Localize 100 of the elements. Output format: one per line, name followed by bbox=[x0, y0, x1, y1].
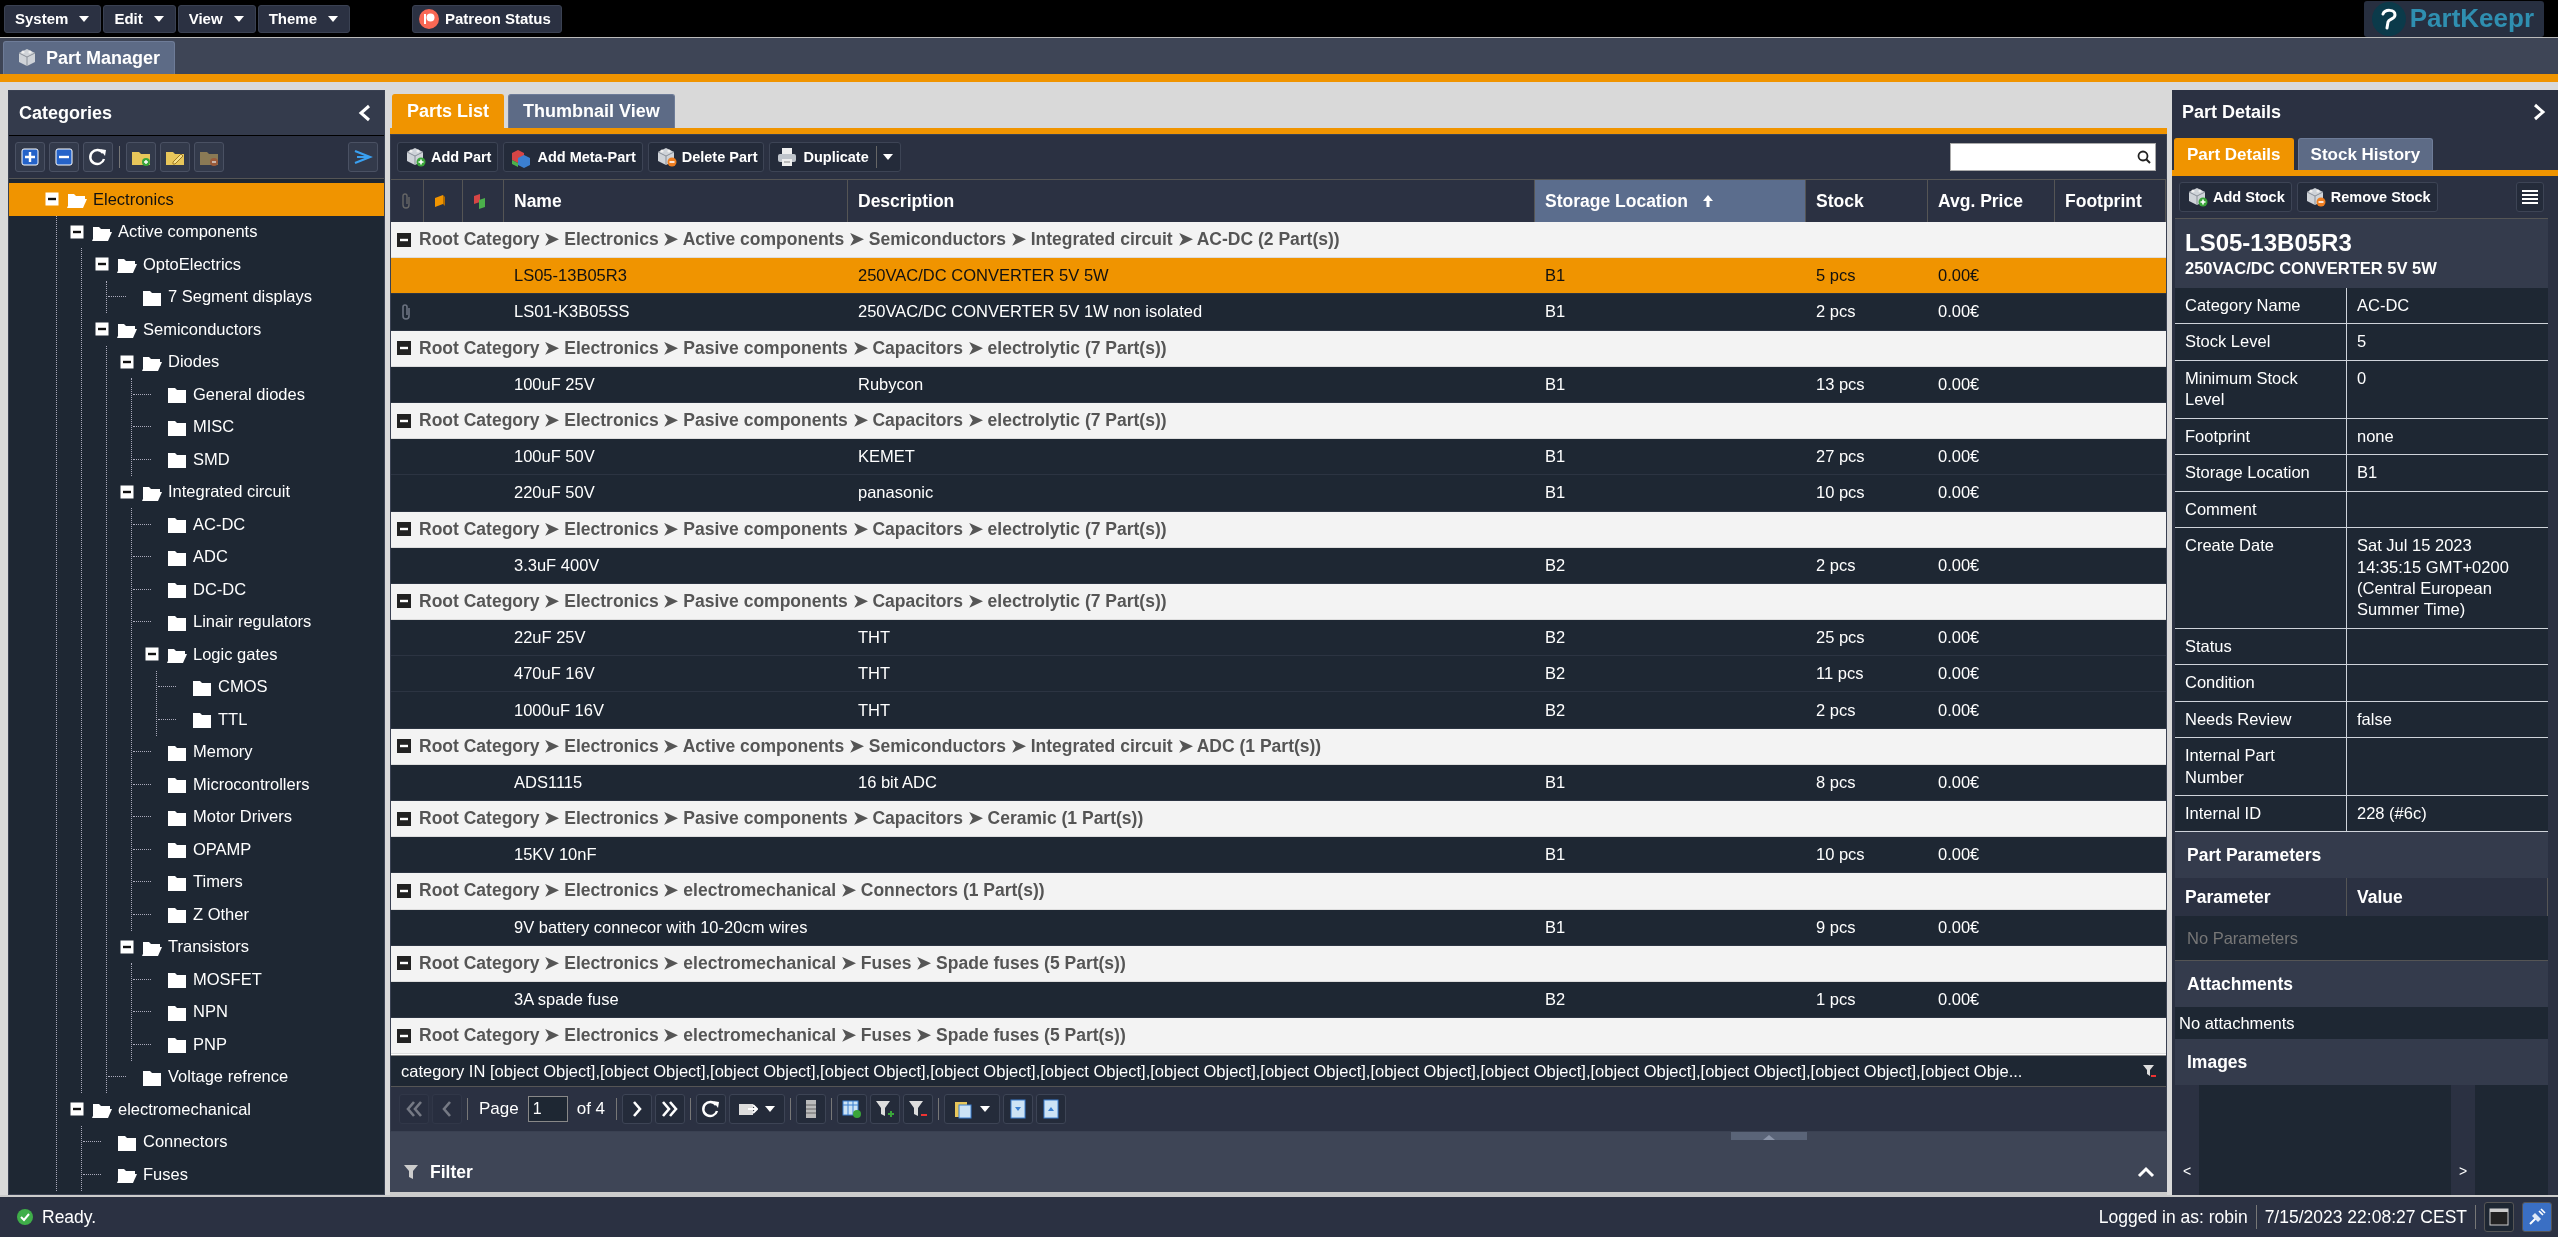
toolbar-button[interactable]: Duplicate bbox=[769, 142, 901, 172]
tree-item[interactable]: ADC bbox=[132, 540, 384, 573]
edit-folder-button[interactable] bbox=[160, 142, 190, 172]
tree-item[interactable]: Diodes bbox=[107, 345, 384, 378]
tree-item[interactable]: Linair regulators bbox=[132, 605, 384, 638]
tree-item[interactable]: electromechanical bbox=[57, 1093, 384, 1126]
previous-image-button[interactable]: < bbox=[2175, 1085, 2199, 1195]
refresh-button[interactable] bbox=[696, 1094, 727, 1124]
tree-item[interactable]: Transistors bbox=[107, 930, 384, 963]
refresh-button[interactable] bbox=[83, 142, 113, 172]
collapse-box-icon[interactable] bbox=[397, 739, 411, 754]
table-row[interactable]: 9V battery connecor with 10-20cm wires B1 9 pcs 0.00€ bbox=[391, 909, 2166, 946]
clipboard-button[interactable] bbox=[944, 1094, 1001, 1124]
tree-item[interactable]: MISC bbox=[132, 410, 384, 443]
tree-item[interactable]: Active components bbox=[57, 215, 384, 248]
toolbar-button[interactable]: Delete Part bbox=[647, 142, 765, 172]
menu-button[interactable]: View bbox=[177, 4, 256, 33]
tree-item[interactable]: Microcontrollers bbox=[132, 768, 384, 801]
collapse-box-icon[interactable] bbox=[95, 257, 109, 272]
collapse-box-icon[interactable] bbox=[397, 522, 411, 537]
collapse-box-icon[interactable] bbox=[70, 224, 84, 239]
tree-item[interactable]: Integrated circuit bbox=[107, 475, 384, 508]
collapse-box-icon[interactable] bbox=[397, 956, 411, 971]
tree-item[interactable]: Memory bbox=[132, 735, 384, 768]
add-grid-button[interactable] bbox=[837, 1094, 868, 1124]
table-row[interactable]: 15KV 10nF B1 10 pcs 0.00€ bbox=[391, 837, 2166, 874]
menu-button[interactable]: Edit bbox=[103, 4, 176, 33]
menu-button[interactable]: System bbox=[4, 4, 102, 33]
collapse-box-icon[interactable] bbox=[397, 811, 411, 826]
collapse-icon[interactable] bbox=[2532, 103, 2546, 121]
connection-button[interactable] bbox=[2522, 1202, 2552, 1232]
collapse-box-icon[interactable] bbox=[120, 354, 134, 369]
tree-item[interactable]: Semiconductors bbox=[82, 313, 384, 346]
filter-panel-header[interactable]: Filter bbox=[390, 1152, 2167, 1195]
collapse-box-icon[interactable] bbox=[120, 484, 134, 499]
tab[interactable]: Thumbnail View bbox=[508, 94, 675, 128]
toolbar-button[interactable]: Add Meta-Part bbox=[503, 142, 643, 172]
tree-item[interactable]: Z Other bbox=[132, 898, 384, 931]
last-page-button[interactable] bbox=[655, 1094, 686, 1124]
tree-item[interactable]: Logic gates bbox=[132, 638, 384, 671]
collapse-box-icon[interactable] bbox=[145, 647, 159, 662]
table-row[interactable]: 22uF 25V THT B2 25 pcs 0.00€ bbox=[391, 620, 2166, 657]
toolbar-button[interactable]: Add Part bbox=[397, 142, 499, 172]
collapse-box-icon[interactable] bbox=[397, 413, 411, 428]
import-button[interactable] bbox=[1036, 1094, 1067, 1124]
columns-button[interactable] bbox=[796, 1094, 827, 1124]
search-field[interactable] bbox=[1950, 143, 2156, 171]
column-header[interactable]: Storage Location bbox=[1535, 180, 1806, 222]
menu-button[interactable] bbox=[2516, 182, 2544, 212]
table-row[interactable]: 470uF 16V THT B2 11 pcs 0.00€ bbox=[391, 656, 2166, 693]
tree-item[interactable]: Voltage refrence bbox=[107, 1060, 384, 1093]
table-row[interactable]: 3.3uF 400V B2 2 pcs 0.00€ bbox=[391, 547, 2166, 584]
tree-item[interactable]: Motor Drivers bbox=[132, 800, 384, 833]
collapse-all-button[interactable] bbox=[49, 142, 79, 172]
column-header[interactable]: Parameter bbox=[2175, 878, 2347, 917]
tree-item[interactable]: DC-DC bbox=[132, 573, 384, 606]
add-filter-button[interactable] bbox=[870, 1094, 901, 1124]
collapse-box-icon[interactable] bbox=[70, 1102, 84, 1117]
tree-item[interactable]: AC-DC bbox=[132, 508, 384, 541]
sync-button[interactable] bbox=[348, 142, 378, 172]
table-row[interactable]: 220uF 50V panasonic B1 10 pcs 0.00€ bbox=[391, 475, 2166, 512]
page-input[interactable]: 1 bbox=[527, 1096, 568, 1122]
splitter-handle-icon[interactable] bbox=[1731, 1132, 1807, 1140]
tree-item[interactable]: Fuses bbox=[82, 1158, 384, 1191]
table-row[interactable]: 3A spade fuse B2 1 pcs 0.00€ bbox=[391, 981, 2166, 1019]
collapse-box-icon[interactable] bbox=[397, 341, 411, 356]
remove-filter-button[interactable] bbox=[903, 1094, 934, 1124]
expand-all-button[interactable] bbox=[15, 142, 45, 172]
tree-item[interactable]: CMOS bbox=[157, 670, 384, 703]
next-image-button[interactable]: > bbox=[2451, 1085, 2475, 1195]
import-button[interactable] bbox=[1003, 1094, 1034, 1124]
table-row[interactable]: ADS1115 16 bit ADC B1 8 pcs 0.00€ bbox=[391, 764, 2166, 801]
next-page-button[interactable] bbox=[622, 1094, 653, 1124]
clear-filter-icon[interactable] bbox=[2142, 1064, 2156, 1078]
toolbar-button[interactable]: Add Stock bbox=[2179, 182, 2292, 212]
collapse-box-icon[interactable] bbox=[397, 883, 411, 898]
tree-item[interactable]: SMD bbox=[132, 443, 384, 476]
menu-button[interactable]: Theme bbox=[257, 4, 350, 33]
collapse-box-icon[interactable] bbox=[45, 192, 59, 207]
column-header[interactable]: Value bbox=[2347, 878, 2548, 917]
collapse-box-icon[interactable] bbox=[95, 322, 109, 337]
app-tab[interactable]: Part Manager bbox=[3, 41, 176, 74]
tree-item[interactable]: Connectors bbox=[82, 1125, 384, 1158]
export-button[interactable] bbox=[729, 1094, 786, 1124]
expand-up-icon[interactable] bbox=[2137, 1166, 2155, 1178]
tree-item[interactable]: 7 Segment displays bbox=[107, 280, 384, 313]
collapse-box-icon[interactable] bbox=[397, 1028, 411, 1043]
tree-item[interactable]: OPAMP bbox=[132, 833, 384, 866]
add-folder-button[interactable] bbox=[126, 142, 156, 172]
tab[interactable]: Stock History bbox=[2297, 138, 2434, 170]
table-row[interactable]: 1000uF 16V THT B2 2 pcs 0.00€ bbox=[391, 692, 2166, 729]
console-button[interactable] bbox=[2484, 1202, 2514, 1232]
tree-item[interactable]: PNP bbox=[132, 1028, 384, 1061]
collapse-box-icon[interactable] bbox=[397, 232, 411, 247]
table-row[interactable]: 100uF 50V KEMET B1 27 pcs 0.00€ bbox=[391, 439, 2166, 476]
table-row[interactable]: 100uF 25V Rubycon B1 13 pcs 0.00€ bbox=[391, 366, 2166, 403]
collapse-box-icon[interactable] bbox=[120, 939, 134, 954]
collapse-box-icon[interactable] bbox=[397, 594, 411, 609]
patreon-button[interactable]: Patreon Status bbox=[412, 4, 562, 33]
tree-item[interactable]: OptoElectrics bbox=[82, 248, 384, 281]
